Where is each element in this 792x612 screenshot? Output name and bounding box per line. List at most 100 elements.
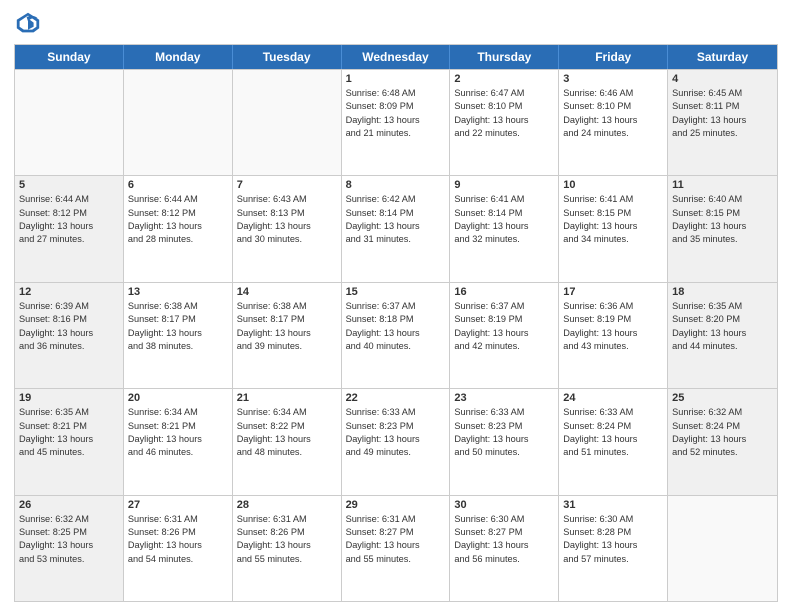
weekday-header-thursday: Thursday (450, 45, 559, 69)
day-number: 25 (672, 392, 773, 404)
day-info: Sunrise: 6:30 AM Sunset: 8:27 PM Dayligh… (454, 513, 554, 566)
calendar-cell: 3 Sunrise: 6:46 AM Sunset: 8:10 PM Daylig… (559, 70, 668, 175)
day-info: Sunrise: 6:45 AM Sunset: 8:11 PM Dayligh… (672, 87, 773, 140)
weekday-header-tuesday: Tuesday (233, 45, 342, 69)
day-number: 16 (454, 286, 554, 298)
day-info: Sunrise: 6:31 AM Sunset: 8:27 PM Dayligh… (346, 513, 446, 566)
day-info: Sunrise: 6:48 AM Sunset: 8:09 PM Dayligh… (346, 87, 446, 140)
day-number: 4 (672, 73, 773, 85)
day-number: 31 (563, 499, 663, 511)
calendar-cell: 27 Sunrise: 6:31 AM Sunset: 8:26 PM Dayli… (124, 496, 233, 601)
day-number: 19 (19, 392, 119, 404)
calendar-cell: 12Sunrise: 6:39 AM Sunset: 8:16 PM Dayli… (15, 283, 124, 388)
day-number: 27 (128, 499, 228, 511)
day-number: 23 (454, 392, 554, 404)
day-info: Sunrise: 6:34 AM Sunset: 8:21 PM Dayligh… (128, 406, 228, 459)
day-number: 14 (237, 286, 337, 298)
calendar-cell: 23 Sunrise: 6:33 AM Sunset: 8:23 PM Dayli… (450, 389, 559, 494)
day-number: 2 (454, 73, 554, 85)
calendar-cell (15, 70, 124, 175)
day-info: Sunrise: 6:31 AM Sunset: 8:26 PM Dayligh… (128, 513, 228, 566)
weekday-header-monday: Monday (124, 45, 233, 69)
day-number: 20 (128, 392, 228, 404)
calendar-cell: 4 Sunrise: 6:45 AM Sunset: 8:11 PM Daylig… (668, 70, 777, 175)
calendar-cell: 15 Sunrise: 6:37 AM Sunset: 8:18 PM Dayli… (342, 283, 451, 388)
day-number: 5 (19, 179, 119, 191)
day-number: 3 (563, 73, 663, 85)
calendar-cell: 31Sunrise: 6:30 AM Sunset: 8:28 PM Dayli… (559, 496, 668, 601)
day-info: Sunrise: 6:33 AM Sunset: 8:23 PM Dayligh… (346, 406, 446, 459)
calendar-cell: 11 Sunrise: 6:40 AM Sunset: 8:15 PM Dayli… (668, 176, 777, 281)
day-info: Sunrise: 6:41 AM Sunset: 8:14 PM Dayligh… (454, 193, 554, 246)
day-info: Sunrise: 6:32 AM Sunset: 8:24 PM Dayligh… (672, 406, 773, 459)
day-info: Sunrise: 6:46 AM Sunset: 8:10 PM Dayligh… (563, 87, 663, 140)
calendar-cell: 29Sunrise: 6:31 AM Sunset: 8:27 PM Dayli… (342, 496, 451, 601)
calendar-cell: 25 Sunrise: 6:32 AM Sunset: 8:24 PM Dayli… (668, 389, 777, 494)
calendar-cell: 24 Sunrise: 6:33 AM Sunset: 8:24 PM Dayli… (559, 389, 668, 494)
day-info: Sunrise: 6:34 AM Sunset: 8:22 PM Dayligh… (237, 406, 337, 459)
day-info: Sunrise: 6:44 AM Sunset: 8:12 PM Dayligh… (128, 193, 228, 246)
day-number: 8 (346, 179, 446, 191)
calendar-week-5: 26Sunrise: 6:32 AM Sunset: 8:25 PM Dayli… (15, 495, 777, 601)
calendar-cell: 16 Sunrise: 6:37 AM Sunset: 8:19 PM Dayli… (450, 283, 559, 388)
day-info: Sunrise: 6:33 AM Sunset: 8:23 PM Dayligh… (454, 406, 554, 459)
day-number: 26 (19, 499, 119, 511)
day-number: 13 (128, 286, 228, 298)
day-number: 6 (128, 179, 228, 191)
day-number: 15 (346, 286, 446, 298)
day-info: Sunrise: 6:39 AM Sunset: 8:16 PM Dayligh… (19, 300, 119, 353)
day-number: 30 (454, 499, 554, 511)
calendar-cell: 10 Sunrise: 6:41 AM Sunset: 8:15 PM Dayli… (559, 176, 668, 281)
logo (14, 10, 46, 38)
calendar-cell: 17Sunrise: 6:36 AM Sunset: 8:19 PM Dayli… (559, 283, 668, 388)
day-number: 9 (454, 179, 554, 191)
weekday-header-wednesday: Wednesday (342, 45, 451, 69)
calendar-cell (124, 70, 233, 175)
day-info: Sunrise: 6:37 AM Sunset: 8:19 PM Dayligh… (454, 300, 554, 353)
day-info: Sunrise: 6:43 AM Sunset: 8:13 PM Dayligh… (237, 193, 337, 246)
day-info: Sunrise: 6:35 AM Sunset: 8:21 PM Dayligh… (19, 406, 119, 459)
day-info: Sunrise: 6:38 AM Sunset: 8:17 PM Dayligh… (128, 300, 228, 353)
day-number: 11 (672, 179, 773, 191)
calendar-cell: 13 Sunrise: 6:38 AM Sunset: 8:17 PM Dayli… (124, 283, 233, 388)
day-number: 18 (672, 286, 773, 298)
day-info: Sunrise: 6:37 AM Sunset: 8:18 PM Dayligh… (346, 300, 446, 353)
calendar-cell: 30 Sunrise: 6:30 AM Sunset: 8:27 PM Dayli… (450, 496, 559, 601)
day-info: Sunrise: 6:41 AM Sunset: 8:15 PM Dayligh… (563, 193, 663, 246)
calendar-cell: 18 Sunrise: 6:35 AM Sunset: 8:20 PM Dayli… (668, 283, 777, 388)
calendar-cell: 28 Sunrise: 6:31 AM Sunset: 8:26 PM Dayli… (233, 496, 342, 601)
day-info: Sunrise: 6:36 AM Sunset: 8:19 PM Dayligh… (563, 300, 663, 353)
calendar-cell: 20 Sunrise: 6:34 AM Sunset: 8:21 PM Dayli… (124, 389, 233, 494)
day-number: 28 (237, 499, 337, 511)
calendar-week-4: 19 Sunrise: 6:35 AM Sunset: 8:21 PM Dayli… (15, 388, 777, 494)
day-info: Sunrise: 6:40 AM Sunset: 8:15 PM Dayligh… (672, 193, 773, 246)
calendar-header: SundayMondayTuesdayWednesdayThursdayFrid… (15, 45, 777, 69)
weekday-header-sunday: Sunday (15, 45, 124, 69)
day-number: 21 (237, 392, 337, 404)
calendar-week-2: 5 Sunrise: 6:44 AM Sunset: 8:12 PM Daylig… (15, 175, 777, 281)
day-info: Sunrise: 6:42 AM Sunset: 8:14 PM Dayligh… (346, 193, 446, 246)
calendar-cell: 1 Sunrise: 6:48 AM Sunset: 8:09 PM Daylig… (342, 70, 451, 175)
calendar-week-1: 1 Sunrise: 6:48 AM Sunset: 8:09 PM Daylig… (15, 69, 777, 175)
calendar-cell (668, 496, 777, 601)
day-info: Sunrise: 6:47 AM Sunset: 8:10 PM Dayligh… (454, 87, 554, 140)
logo-icon (14, 10, 42, 38)
calendar-week-3: 12Sunrise: 6:39 AM Sunset: 8:16 PM Dayli… (15, 282, 777, 388)
day-info: Sunrise: 6:33 AM Sunset: 8:24 PM Dayligh… (563, 406, 663, 459)
calendar-cell: 2 Sunrise: 6:47 AM Sunset: 8:10 PM Daylig… (450, 70, 559, 175)
calendar-cell: 19 Sunrise: 6:35 AM Sunset: 8:21 PM Dayli… (15, 389, 124, 494)
calendar-cell: 22 Sunrise: 6:33 AM Sunset: 8:23 PM Dayli… (342, 389, 451, 494)
day-info: Sunrise: 6:35 AM Sunset: 8:20 PM Dayligh… (672, 300, 773, 353)
day-number: 1 (346, 73, 446, 85)
calendar-cell (233, 70, 342, 175)
day-number: 24 (563, 392, 663, 404)
day-info: Sunrise: 6:31 AM Sunset: 8:26 PM Dayligh… (237, 513, 337, 566)
calendar-cell: 6 Sunrise: 6:44 AM Sunset: 8:12 PM Daylig… (124, 176, 233, 281)
day-number: 10 (563, 179, 663, 191)
calendar: SundayMondayTuesdayWednesdayThursdayFrid… (14, 44, 778, 602)
day-number: 22 (346, 392, 446, 404)
page: SundayMondayTuesdayWednesdayThursdayFrid… (0, 0, 792, 612)
calendar-cell: 5Sunrise: 6:44 AM Sunset: 8:12 PM Daylig… (15, 176, 124, 281)
day-number: 7 (237, 179, 337, 191)
calendar-cell: 7 Sunrise: 6:43 AM Sunset: 8:13 PM Daylig… (233, 176, 342, 281)
